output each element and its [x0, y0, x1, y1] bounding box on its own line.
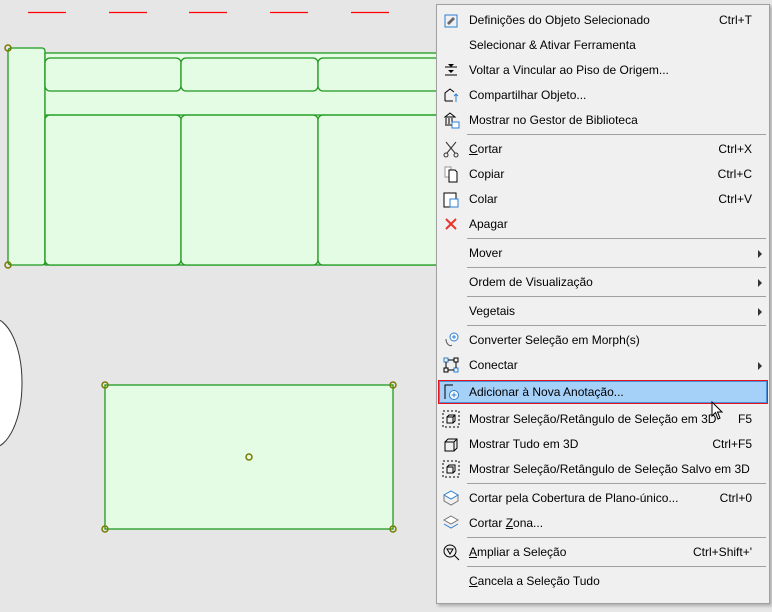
object-settings-icon: [444, 14, 458, 28]
menu-item-label: Colar: [469, 192, 498, 206]
menu-item-conectar[interactable]: Conectar: [438, 353, 768, 377]
menu-item-shortcut: Ctrl+T: [719, 13, 752, 27]
submenu-arrow-icon: [758, 250, 762, 258]
menu-item-label: Conectar: [469, 358, 518, 372]
menu-item-label: Mostrar Tudo em 3D: [469, 437, 579, 451]
menu-item-label: Cortar Zona...: [469, 516, 544, 530]
show-saved-selection-3d-icon: [442, 460, 460, 478]
menu-separator: [467, 566, 766, 567]
menu-separator: [467, 267, 766, 268]
menu-item-label: Cortar pela Cobertura de Plano-único...: [469, 491, 679, 505]
connect-icon: [443, 357, 459, 373]
menu-separator: [467, 483, 766, 484]
menu-item-shortcut: Ctrl+V: [718, 192, 752, 206]
scissors-icon: [443, 141, 459, 158]
menu-item-shortcut: Ctrl+C: [717, 167, 752, 181]
mouse-cursor-icon: [711, 401, 724, 420]
menu-item-label: Mostrar Seleção/Retângulo de Seleção Sal…: [469, 462, 750, 476]
menu-item-label: Compartilhar Objeto...: [469, 88, 587, 102]
menu-item-cancela-a-selecao-tudo[interactable]: Cancela a Seleção Tudo: [438, 569, 768, 593]
menu-item-label: Cancela a Seleção Tudo: [469, 574, 600, 588]
delete-x-icon: [445, 218, 457, 230]
menu-item-vegetais[interactable]: Vegetais: [438, 299, 768, 323]
menu-item-mostrar-tudo-em-3d[interactable]: Mostrar Tudo em 3D Ctrl+F5: [438, 432, 768, 456]
menu-separator: [467, 537, 766, 538]
menu-item-cortar[interactable]: Cortar Ctrl+X: [438, 137, 768, 161]
menu-separator: [467, 134, 766, 135]
trim-roof-icon: [442, 490, 460, 506]
menu-item-label: Vegetais: [469, 304, 516, 318]
menu-item-label: Definições do Objeto Selecionado: [469, 13, 650, 27]
show-all-3d-icon: [444, 438, 458, 452]
menu-item-label: Mostrar no Gestor de Biblioteca: [469, 113, 638, 127]
menu-item-label: Copiar: [469, 167, 505, 181]
menu-item-colar[interactable]: Colar Ctrl+V: [438, 187, 768, 211]
menu-item-apagar[interactable]: Apagar: [438, 212, 768, 236]
morph-convert-icon: [445, 332, 459, 347]
menu-item-shortcut: Ctrl+X: [718, 142, 752, 156]
menu-item-label: Mostrar Seleção/Retângulo de Seleção em …: [469, 412, 717, 426]
menu-item-label: Voltar a Vincular ao Piso de Origem...: [469, 63, 669, 77]
menu-separator: [467, 238, 766, 239]
menu-item-label: Adicionar à Nova Anotação...: [469, 385, 624, 399]
submenu-arrow-icon: [758, 308, 762, 316]
menu-item-ampliar-a-selecao[interactable]: Ampliar a Seleção Ctrl+Shift+': [438, 540, 768, 564]
menu-separator: [467, 325, 766, 326]
menu-item-selecionar-ativar-ferramenta[interactable]: Selecionar & Ativar Ferramenta: [438, 33, 768, 57]
add-annotation-icon: [444, 384, 459, 400]
menu-item-label: Ordem de Visualização: [469, 275, 593, 289]
rectangle-object[interactable]: [104, 384, 394, 530]
menu-separator: [467, 296, 766, 297]
trim-zone-icon: [442, 515, 460, 529]
submenu-arrow-icon: [758, 279, 762, 287]
relink-floor-icon: [445, 64, 457, 76]
menu-item-shortcut: F5: [737, 412, 752, 426]
menu-item-compartilhar-objeto[interactable]: Compartilhar Objeto...: [438, 83, 768, 107]
menu-item-definicoes-do-objeto-selecionado[interactable]: Definições do Objeto Selecionado Ctrl+T: [438, 8, 768, 32]
menu-item-label: Ampliar a Seleção: [469, 545, 567, 559]
circle-object: [0, 319, 23, 447]
paste-icon: [443, 192, 459, 208]
menu-item-converter-selecao-em-morph-s[interactable]: Converter Seleção em Morph(s): [438, 328, 768, 352]
menu-item-copiar[interactable]: Copiar Ctrl+C: [438, 162, 768, 186]
menu-item-mover[interactable]: Mover: [438, 241, 768, 265]
menu-item-mostrar-no-gestor-de-biblioteca[interactable]: Mostrar no Gestor de Biblioteca: [438, 108, 768, 132]
show-selection-3d-icon: [442, 410, 460, 428]
menu-item-shortcut: Ctrl+0: [719, 491, 752, 505]
menu-item-shortcut: Ctrl+F5: [712, 437, 752, 451]
share-object-icon: [444, 88, 459, 102]
menu-item-label: Mover: [469, 246, 503, 260]
menu-item-label: Cortar: [469, 142, 503, 156]
menu-item-mostrar-selecao-retangulo-de-selecao-salvo-em-3d[interactable]: Mostrar Seleção/Retângulo de Seleção Sal…: [438, 457, 768, 481]
menu-item-voltar-a-vincular-ao-piso-de-origem[interactable]: Voltar a Vincular ao Piso de Origem...: [438, 58, 768, 82]
menu-item-shortcut: Ctrl+Shift+': [693, 545, 752, 559]
submenu-arrow-icon: [758, 362, 762, 370]
zoom-selection-icon: [443, 544, 460, 561]
menu-item-label: Selecionar & Ativar Ferramenta: [469, 38, 636, 52]
menu-item-label: Converter Seleção em Morph(s): [469, 333, 640, 347]
menu-item-label: Apagar: [469, 217, 508, 231]
menu-item-cortar-zona[interactable]: Cortar Zona...: [438, 511, 768, 535]
sofa-object[interactable]: [7, 47, 441, 266]
library-manager-icon: [443, 112, 460, 129]
context-menu: Definições do Objeto Selecionado Ctrl+T Se…: [436, 4, 770, 604]
menu-item-ordem-de-visualizacao[interactable]: Ordem de Visualização: [438, 270, 768, 294]
copy-icon: [444, 166, 458, 183]
menu-item-cortar-pela-cobertura-de-plano-unico[interactable]: Cortar pela Cobertura de Plano-único... C…: [438, 486, 768, 510]
